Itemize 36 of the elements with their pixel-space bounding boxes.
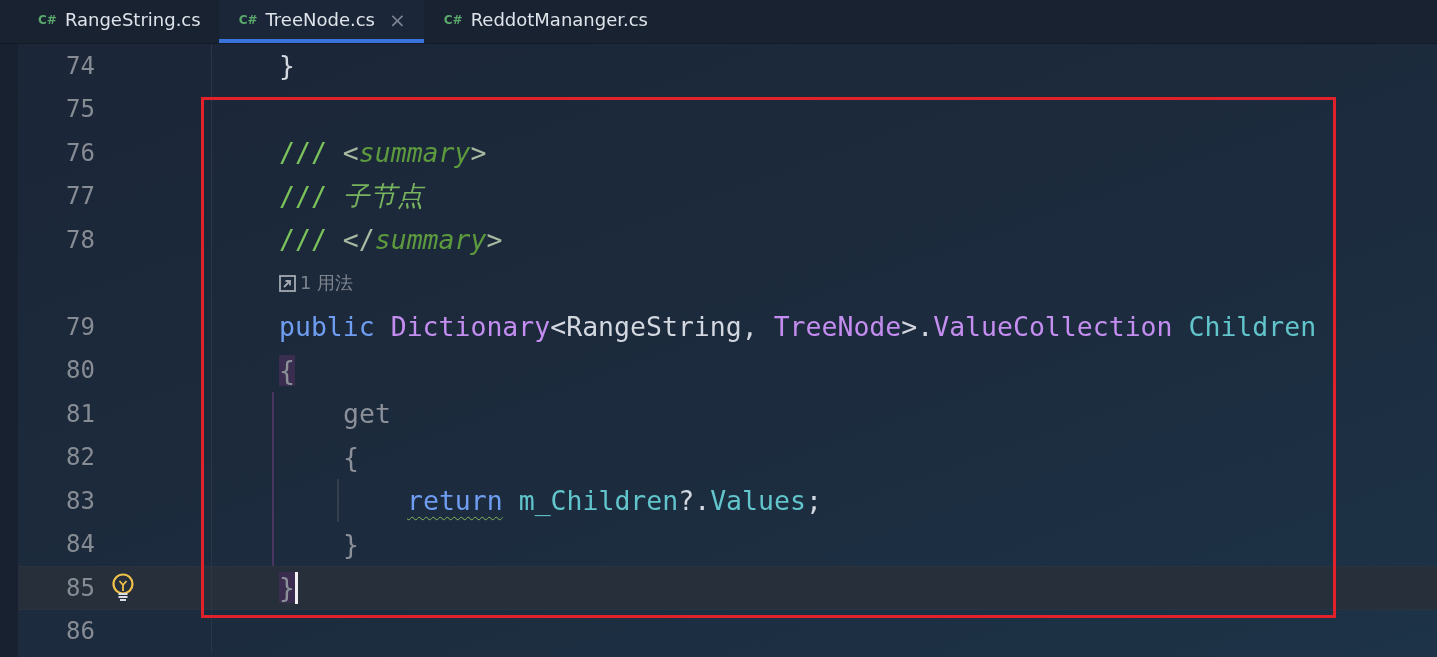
csharp-file-icon: C# — [443, 12, 463, 27]
tab-label: RangeString.cs — [64, 9, 201, 30]
line-number: 80 — [65, 356, 95, 385]
line-number: 79 — [65, 312, 95, 341]
code-line: } — [279, 50, 295, 82]
close-icon[interactable]: × — [389, 7, 406, 32]
line-number: 86 — [65, 617, 95, 646]
arrow-box-icon — [279, 274, 296, 292]
line-number: 77 — [65, 182, 95, 211]
line-number: 74 — [65, 51, 95, 80]
code-line: get — [343, 398, 391, 430]
file-tab[interactable]: C# TreeNode.cs × — [218, 0, 424, 43]
code-line: /// 子节点 — [279, 179, 424, 214]
csharp-file-icon: C# — [38, 12, 57, 27]
text-cursor — [294, 571, 298, 604]
tab-label: TreeNode.cs — [265, 9, 375, 30]
lightbulb-icon[interactable] — [111, 572, 135, 603]
file-tab[interactable]: C# RangeString.cs — [18, 0, 219, 43]
line-number: 83 — [65, 486, 95, 515]
csharp-file-icon: C# — [238, 12, 258, 27]
line-number: 76 — [65, 138, 95, 167]
line-number: 85 — [65, 573, 95, 602]
line-number: 82 — [65, 443, 95, 472]
file-tab[interactable]: C# ReddotMananger.cs — [423, 0, 666, 43]
line-number: 78 — [65, 225, 95, 254]
code-line: /// <summary> — [279, 137, 487, 169]
code-line: public Dictionary<RangeString, TreeNode>.ValueCollection Children — [279, 311, 1317, 343]
tab-label: ReddotMananger.cs — [470, 9, 648, 30]
line-number: 81 — [65, 399, 95, 428]
usage-hint[interactable]: 1 用法 — [300, 271, 354, 296]
line-number: 84 — [65, 530, 95, 559]
code-line: { — [343, 441, 359, 473]
code-line: return m_Children?.Values; — [407, 485, 822, 517]
code-line: /// </summary> — [279, 224, 503, 256]
line-number: 75 — [65, 95, 95, 124]
code-line: } — [343, 528, 359, 560]
